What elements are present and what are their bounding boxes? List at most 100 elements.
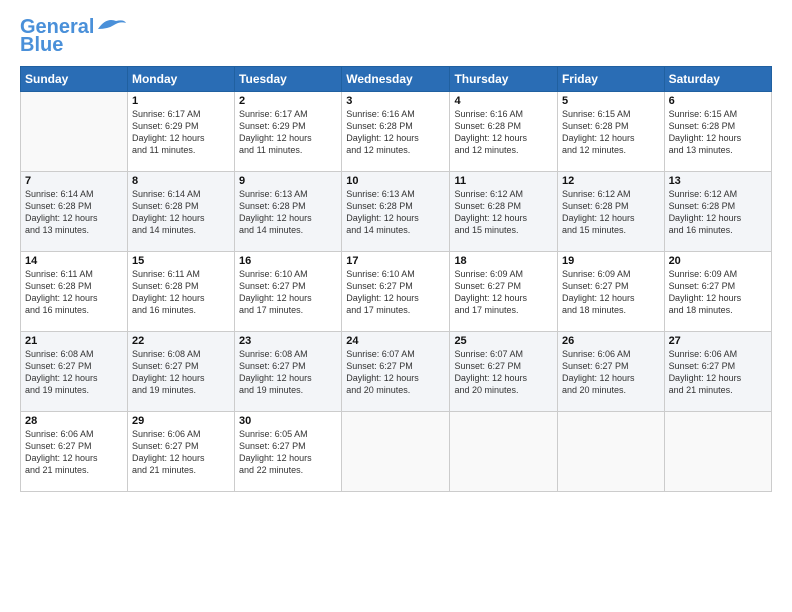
day-number: 10 xyxy=(346,175,445,187)
day-info: Sunrise: 6:12 AM Sunset: 6:28 PM Dayligh… xyxy=(454,188,553,237)
day-number: 20 xyxy=(669,255,767,267)
day-number: 13 xyxy=(669,175,767,187)
calendar-cell: 28Sunrise: 6:06 AM Sunset: 6:27 PM Dayli… xyxy=(21,412,128,492)
calendar-cell xyxy=(557,412,664,492)
calendar-cell xyxy=(450,412,558,492)
day-info: Sunrise: 6:14 AM Sunset: 6:28 PM Dayligh… xyxy=(132,188,230,237)
calendar-cell: 23Sunrise: 6:08 AM Sunset: 6:27 PM Dayli… xyxy=(235,332,342,412)
day-info: Sunrise: 6:12 AM Sunset: 6:28 PM Dayligh… xyxy=(562,188,660,237)
weekday-header: Wednesday xyxy=(342,67,450,92)
day-number: 18 xyxy=(454,255,553,267)
calendar-cell: 3Sunrise: 6:16 AM Sunset: 6:28 PM Daylig… xyxy=(342,92,450,172)
calendar-cell: 11Sunrise: 6:12 AM Sunset: 6:28 PM Dayli… xyxy=(450,172,558,252)
day-info: Sunrise: 6:11 AM Sunset: 6:28 PM Dayligh… xyxy=(25,268,123,317)
calendar-week-row: 7Sunrise: 6:14 AM Sunset: 6:28 PM Daylig… xyxy=(21,172,772,252)
calendar-cell: 30Sunrise: 6:05 AM Sunset: 6:27 PM Dayli… xyxy=(235,412,342,492)
day-info: Sunrise: 6:17 AM Sunset: 6:29 PM Dayligh… xyxy=(239,108,337,157)
day-info: Sunrise: 6:06 AM Sunset: 6:27 PM Dayligh… xyxy=(25,428,123,477)
weekday-header: Thursday xyxy=(450,67,558,92)
day-info: Sunrise: 6:06 AM Sunset: 6:27 PM Dayligh… xyxy=(132,428,230,477)
logo-blue: Blue xyxy=(20,34,63,56)
calendar-week-row: 28Sunrise: 6:06 AM Sunset: 6:27 PM Dayli… xyxy=(21,412,772,492)
day-number: 3 xyxy=(346,95,445,107)
day-info: Sunrise: 6:09 AM Sunset: 6:27 PM Dayligh… xyxy=(562,268,660,317)
calendar-cell: 12Sunrise: 6:12 AM Sunset: 6:28 PM Dayli… xyxy=(557,172,664,252)
calendar-cell: 19Sunrise: 6:09 AM Sunset: 6:27 PM Dayli… xyxy=(557,252,664,332)
day-info: Sunrise: 6:15 AM Sunset: 6:28 PM Dayligh… xyxy=(669,108,767,157)
day-number: 1 xyxy=(132,95,230,107)
header: General Blue xyxy=(20,16,772,56)
calendar-week-row: 14Sunrise: 6:11 AM Sunset: 6:28 PM Dayli… xyxy=(21,252,772,332)
day-number: 23 xyxy=(239,335,337,347)
calendar-cell: 4Sunrise: 6:16 AM Sunset: 6:28 PM Daylig… xyxy=(450,92,558,172)
calendar-cell: 8Sunrise: 6:14 AM Sunset: 6:28 PM Daylig… xyxy=(127,172,234,252)
day-number: 27 xyxy=(669,335,767,347)
day-info: Sunrise: 6:12 AM Sunset: 6:28 PM Dayligh… xyxy=(669,188,767,237)
day-info: Sunrise: 6:16 AM Sunset: 6:28 PM Dayligh… xyxy=(454,108,553,157)
calendar-cell: 24Sunrise: 6:07 AM Sunset: 6:27 PM Dayli… xyxy=(342,332,450,412)
day-info: Sunrise: 6:06 AM Sunset: 6:27 PM Dayligh… xyxy=(562,348,660,397)
calendar-cell: 1Sunrise: 6:17 AM Sunset: 6:29 PM Daylig… xyxy=(127,92,234,172)
calendar-cell xyxy=(342,412,450,492)
day-number: 24 xyxy=(346,335,445,347)
calendar-cell: 14Sunrise: 6:11 AM Sunset: 6:28 PM Dayli… xyxy=(21,252,128,332)
weekday-header: Monday xyxy=(127,67,234,92)
calendar-cell: 17Sunrise: 6:10 AM Sunset: 6:27 PM Dayli… xyxy=(342,252,450,332)
day-number: 30 xyxy=(239,415,337,427)
day-info: Sunrise: 6:09 AM Sunset: 6:27 PM Dayligh… xyxy=(454,268,553,317)
calendar-cell: 27Sunrise: 6:06 AM Sunset: 6:27 PM Dayli… xyxy=(664,332,771,412)
calendar-cell: 15Sunrise: 6:11 AM Sunset: 6:28 PM Dayli… xyxy=(127,252,234,332)
calendar-week-row: 21 Sunrise: 6:08 AM Sunset: 6:27 PM Dayli… xyxy=(21,332,772,412)
calendar-cell xyxy=(664,412,771,492)
calendar-cell xyxy=(21,92,128,172)
day-info: Sunrise: 6:16 AM Sunset: 6:28 PM Dayligh… xyxy=(346,108,445,157)
day-info: Sunrise: 6:07 AM Sunset: 6:27 PM Dayligh… xyxy=(346,348,445,397)
day-number: 6 xyxy=(669,95,767,107)
logo-bird-icon xyxy=(96,15,128,35)
day-info: Sunrise: 6:07 AM Sunset: 6:27 PM Dayligh… xyxy=(454,348,553,397)
day-info: Sunrise: 6:13 AM Sunset: 6:28 PM Dayligh… xyxy=(346,188,445,237)
day-number: 5 xyxy=(562,95,660,107)
calendar-cell: 2Sunrise: 6:17 AM Sunset: 6:29 PM Daylig… xyxy=(235,92,342,172)
calendar-cell: 20Sunrise: 6:09 AM Sunset: 6:27 PM Dayli… xyxy=(664,252,771,332)
calendar-cell: 25Sunrise: 6:07 AM Sunset: 6:27 PM Dayli… xyxy=(450,332,558,412)
calendar-cell: 21Sunrise: 6:08 AM Sunset: 6:27 PM Dayli… xyxy=(21,332,128,412)
day-info: Sunrise: 6:10 AM Sunset: 6:27 PM Dayligh… xyxy=(346,268,445,317)
day-number: 26 xyxy=(562,335,660,347)
day-info: Sunrise: 6:08 AM Sunset: 6:27 PM Dayligh… xyxy=(239,348,337,397)
day-number: 29 xyxy=(132,415,230,427)
calendar-header-row: SundayMondayTuesdayWednesdayThursdayFrid… xyxy=(21,67,772,92)
day-info: Sunrise: 6:14 AM Sunset: 6:28 PM Dayligh… xyxy=(25,188,123,237)
calendar-cell: 13Sunrise: 6:12 AM Sunset: 6:28 PM Dayli… xyxy=(664,172,771,252)
calendar-cell: 10Sunrise: 6:13 AM Sunset: 6:28 PM Dayli… xyxy=(342,172,450,252)
day-number: 21 xyxy=(25,335,123,347)
calendar-cell: 6Sunrise: 6:15 AM Sunset: 6:28 PM Daylig… xyxy=(664,92,771,172)
day-number: 7 xyxy=(25,175,123,187)
day-number: 2 xyxy=(239,95,337,107)
day-info: Sunrise: 6:08 AM Sunset: 6:27 PM Dayligh… xyxy=(132,348,230,397)
day-info: Sunrise: 6:15 AM Sunset: 6:28 PM Dayligh… xyxy=(562,108,660,157)
day-number: 15 xyxy=(132,255,230,267)
calendar-cell: 16Sunrise: 6:10 AM Sunset: 6:27 PM Dayli… xyxy=(235,252,342,332)
day-number: 12 xyxy=(562,175,660,187)
day-number: 9 xyxy=(239,175,337,187)
calendar-cell: 22Sunrise: 6:08 AM Sunset: 6:27 PM Dayli… xyxy=(127,332,234,412)
calendar-cell: 9Sunrise: 6:13 AM Sunset: 6:28 PM Daylig… xyxy=(235,172,342,252)
weekday-header: Friday xyxy=(557,67,664,92)
calendar-cell: 7Sunrise: 6:14 AM Sunset: 6:28 PM Daylig… xyxy=(21,172,128,252)
weekday-header: Sunday xyxy=(21,67,128,92)
day-number: 11 xyxy=(454,175,553,187)
logo: General Blue xyxy=(20,16,128,56)
calendar-cell: 26Sunrise: 6:06 AM Sunset: 6:27 PM Dayli… xyxy=(557,332,664,412)
weekday-header: Tuesday xyxy=(235,67,342,92)
day-info: Sunrise: 6:11 AM Sunset: 6:28 PM Dayligh… xyxy=(132,268,230,317)
day-number: 17 xyxy=(346,255,445,267)
calendar-week-row: 1 Sunrise: 6:17 AM Sunset: 6:29 PM Daylig… xyxy=(21,92,772,172)
page: General Blue SundayMondayTuesdayWednesda… xyxy=(0,0,792,612)
calendar-table: SundayMondayTuesdayWednesdayThursdayFrid… xyxy=(20,66,772,492)
day-number: 8 xyxy=(132,175,230,187)
calendar-cell: 18Sunrise: 6:09 AM Sunset: 6:27 PM Dayli… xyxy=(450,252,558,332)
day-number: 14 xyxy=(25,255,123,267)
day-number: 28 xyxy=(25,415,123,427)
day-number: 22 xyxy=(132,335,230,347)
